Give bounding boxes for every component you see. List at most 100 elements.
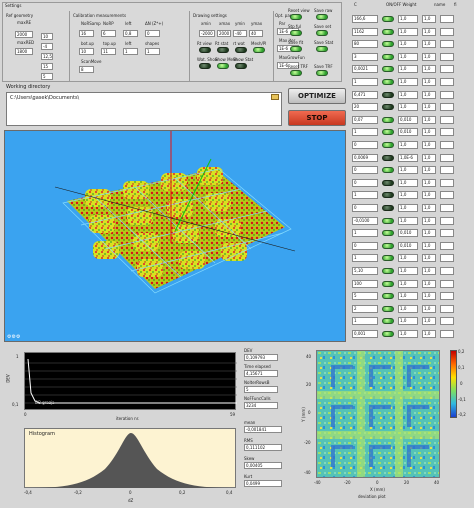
param-fi-value[interactable] [440,154,454,162]
param-on-off-toggle[interactable] [382,155,394,161]
param-fi-value[interactable] [440,191,454,199]
param-on-off-toggle[interactable] [382,142,394,148]
ref-field2-input[interactable]: 1800 [15,48,33,55]
param-fi-value[interactable] [440,330,454,338]
param-c-value[interactable]: 1 [352,128,378,136]
param-c-value[interactable]: 0 [352,242,378,250]
param-c-value[interactable]: 1 [352,229,378,237]
save-raw-button[interactable] [316,14,328,20]
param-fi-value[interactable] [440,128,454,136]
param-name-value[interactable]: 1,0 [422,267,436,275]
param-weight-value[interactable]: 0,010 [398,242,418,250]
param-weight-value[interactable]: 0,010 [398,229,418,237]
param-on-off-toggle[interactable] [382,117,394,123]
param-fi-value[interactable] [440,53,454,61]
param-weight-value[interactable]: 1,0 [398,78,418,86]
rt-stat-toggle[interactable] [217,47,229,53]
param-on-off-toggle[interactable] [382,41,394,47]
param-on-off-toggle[interactable] [382,243,394,249]
param-on-off-toggle[interactable] [382,16,394,22]
cal2-input-1[interactable]: 10 [79,48,94,55]
param-weight-value[interactable]: 1,0 [398,141,418,149]
param-c-value[interactable]: 0 [352,204,378,212]
stop-button[interactable]: STOP [288,110,346,126]
rt-view-toggle[interactable] [199,47,211,53]
param-name-value[interactable]: 1,0 [422,40,436,48]
param-weight-value[interactable]: 1,0 [398,91,418,99]
show-stat-toggle[interactable] [235,63,247,69]
param-weight-value[interactable]: 1,0 [398,103,418,111]
param-on-off-toggle[interactable] [382,255,394,261]
param-name-value[interactable]: 1,0 [422,317,436,325]
param-fi-value[interactable] [440,317,454,325]
save-trf-button[interactable] [316,70,328,76]
param-on-off-toggle[interactable] [382,104,394,110]
param-name-value[interactable]: 1,0 [422,154,436,162]
reset-trf-button[interactable] [290,70,302,76]
param-fi-value[interactable] [440,28,454,36]
param-c-value[interactable]: 3 [352,53,378,61]
param-fi-value[interactable] [440,91,454,99]
param-weight-value[interactable]: 0,010 [398,116,418,124]
param-weight-value[interactable]: 1,0 [398,317,418,325]
ref-side-input-1[interactable]: 10 [41,33,53,40]
param-c-value[interactable]: 100 [352,280,378,288]
param-fi-value[interactable] [440,204,454,212]
show-mesh-toggle[interactable] [217,63,229,69]
cal-input-4[interactable]: 0 [145,30,160,37]
cal-input-1[interactable]: 16 [79,30,94,37]
param-name-value[interactable]: 1,0 [422,229,436,237]
3d-view-toolbar[interactable]: ⚙⚙⚙ [7,334,20,340]
param-c-value[interactable]: 5 [352,292,378,300]
param-name-value[interactable]: 1,0 [422,128,436,136]
param-c-value[interactable]: 1162 [352,28,378,36]
3d-view[interactable]: ⚙⚙⚙ [4,130,346,342]
param-fi-value[interactable] [440,141,454,149]
param-name-value[interactable]: 1,0 [422,179,436,187]
stp-ful-button[interactable] [290,30,302,36]
param-on-off-toggle[interactable] [382,29,394,35]
param-on-off-toggle[interactable] [382,293,394,299]
optimize-button[interactable]: OPTIMIZE [288,88,346,104]
draw-input-ymin[interactable]: -40 [233,30,247,37]
mesh-pl-toggle[interactable] [253,47,265,53]
param-c-value[interactable]: 1 [352,317,378,325]
draw-input-ymax[interactable]: 40 [249,30,263,37]
rt-wat-toggle[interactable] [235,47,247,53]
param-fi-value[interactable] [440,305,454,313]
ref-side-input-4[interactable]: 15 [41,63,53,70]
param-c-value[interactable]: 0,0021 [352,65,378,73]
reset-view-button[interactable] [290,14,302,20]
param-name-value[interactable]: 1,0 [422,53,436,61]
param-fi-value[interactable] [440,166,454,174]
param-on-off-toggle[interactable] [382,331,394,337]
param-name-value[interactable]: 1,0 [422,242,436,250]
param-on-off-toggle[interactable] [382,54,394,60]
param-c-value[interactable]: -0,0100 [352,217,378,225]
wat-show-toggle[interactable] [199,63,211,69]
param-weight-value[interactable]: 1,0 [398,28,418,36]
ref-side-input-3[interactable]: 12,5 [41,53,53,60]
param-weight-value[interactable]: 1,0 [398,254,418,262]
param-name-value[interactable]: 1,0 [422,91,436,99]
param-c-value[interactable]: 2 [352,305,378,313]
param-on-off-toggle[interactable] [382,129,394,135]
scanmove-input[interactable]: 8 [79,66,94,73]
param-fi-value[interactable] [440,179,454,187]
param-on-off-toggle[interactable] [382,318,394,324]
cal2-input-2[interactable]: 11 [101,48,116,55]
ref-field1-input[interactable]: 2000 [15,31,33,38]
param-fi-value[interactable] [440,292,454,300]
save-stat-button[interactable] [316,46,328,52]
param-name-value[interactable]: 1,0 [422,116,436,124]
param-on-off-toggle[interactable] [382,268,394,274]
param-on-off-toggle[interactable] [382,230,394,236]
param-c-value[interactable]: 80 [352,40,378,48]
param-name-value[interactable]: 1,0 [422,280,436,288]
param-on-off-toggle[interactable] [382,167,394,173]
param-fi-value[interactable] [440,103,454,111]
param-weight-value[interactable]: 1,0 [398,40,418,48]
param-c-value[interactable]: 20 [352,103,378,111]
param-on-off-toggle[interactable] [382,205,394,211]
param-c-value[interactable]: 0 [352,141,378,149]
